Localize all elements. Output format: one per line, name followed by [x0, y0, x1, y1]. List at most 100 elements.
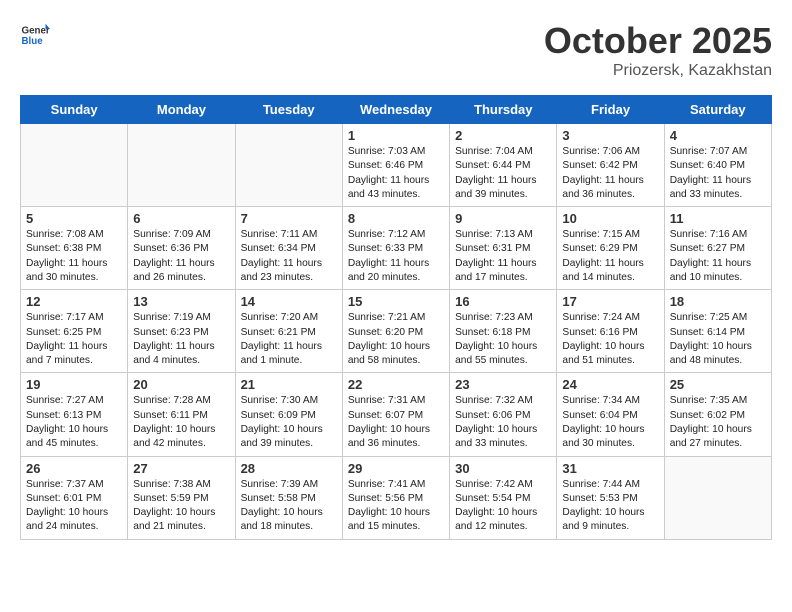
day-number: 11	[670, 211, 766, 226]
calendar-cell: 23 Sunrise: 7:32 AM Sunset: 6:06 PM Dayli…	[450, 373, 557, 456]
calendar-cell: 16 Sunrise: 7:23 AM Sunset: 6:18 PM Dayli…	[450, 290, 557, 373]
calendar-cell	[664, 456, 771, 539]
month-title: October 2025	[544, 20, 772, 62]
day-info: Sunrise: 7:13 AM Sunset: 6:31 PM Dayligh…	[455, 228, 551, 285]
calendar-cell: 30 Sunrise: 7:42 AM Sunset: 5:54 PM Dayli…	[450, 456, 557, 539]
day-number: 22	[348, 377, 444, 392]
day-number: 23	[455, 377, 551, 392]
calendar-cell: 25 Sunrise: 7:35 AM Sunset: 6:02 PM Dayli…	[664, 373, 771, 456]
calendar-cell: 10 Sunrise: 7:15 AM Sunset: 6:29 PM Dayli…	[557, 207, 664, 290]
day-number: 16	[455, 294, 551, 309]
day-number: 6	[133, 211, 229, 226]
calendar-week-row: 26Sunrise: 7:37 AM Sunset: 6:01 PM Dayli…	[21, 456, 772, 539]
calendar-cell	[235, 124, 342, 207]
calendar-cell: 1Sunrise: 7:03 AM Sunset: 6:46 PM Daylig…	[342, 124, 449, 207]
day-info: Sunrise: 7:08 AM Sunset: 6:38 PM Dayligh…	[26, 228, 122, 285]
day-number: 9	[455, 211, 551, 226]
day-info: Sunrise: 7:32 AM Sunset: 6:06 PM Dayligh…	[455, 394, 551, 451]
calendar-week-row: 19 Sunrise: 7:27 AM Sunset: 6:13 PM Dayli…	[21, 373, 772, 456]
day-info: Sunrise: 7:35 AM Sunset: 6:02 PM Dayligh…	[670, 394, 766, 451]
day-info: Sunrise: 7:07 AM Sunset: 6:40 PM Dayligh…	[670, 145, 766, 202]
calendar-table: SundayMondayTuesdayWednesdayThursdayFrid…	[20, 95, 772, 540]
calendar-cell: 14Sunrise: 7:20 AM Sunset: 6:21 PM Dayli…	[235, 290, 342, 373]
title-block: October 2025 Priozersk, Kazakhstan	[544, 20, 772, 80]
calendar-cell: 17 Sunrise: 7:24 AM Sunset: 6:16 PM Dayli…	[557, 290, 664, 373]
logo-icon: General Blue	[20, 20, 50, 50]
location-title: Priozersk, Kazakhstan	[544, 62, 772, 80]
day-info: Sunrise: 7:09 AM Sunset: 6:36 PM Dayligh…	[133, 228, 229, 285]
day-number: 10	[562, 211, 658, 226]
calendar-cell: 13 Sunrise: 7:19 AM Sunset: 6:23 PM Dayli…	[128, 290, 235, 373]
calendar-cell: 26Sunrise: 7:37 AM Sunset: 6:01 PM Dayli…	[21, 456, 128, 539]
calendar-cell: 15 Sunrise: 7:21 AM Sunset: 6:20 PM Dayli…	[342, 290, 449, 373]
day-number: 26	[26, 461, 122, 476]
day-number: 2	[455, 128, 551, 143]
day-number: 29	[348, 461, 444, 476]
day-info: Sunrise: 7:15 AM Sunset: 6:29 PM Dayligh…	[562, 228, 658, 285]
day-number: 15	[348, 294, 444, 309]
day-number: 28	[241, 461, 337, 476]
day-info: Sunrise: 7:21 AM Sunset: 6:20 PM Dayligh…	[348, 311, 444, 368]
day-number: 12	[26, 294, 122, 309]
weekday-header-thursday: Thursday	[450, 96, 557, 124]
day-info: Sunrise: 7:03 AM Sunset: 6:46 PM Dayligh…	[348, 145, 444, 202]
day-number: 13	[133, 294, 229, 309]
day-number: 8	[348, 211, 444, 226]
day-info: Sunrise: 7:38 AM Sunset: 5:59 PM Dayligh…	[133, 478, 229, 535]
calendar-cell: 8 Sunrise: 7:12 AM Sunset: 6:33 PM Daylig…	[342, 207, 449, 290]
page-header: General Blue October 2025 Priozersk, Kaz…	[20, 20, 772, 80]
day-number: 4	[670, 128, 766, 143]
day-info: Sunrise: 7:25 AM Sunset: 6:14 PM Dayligh…	[670, 311, 766, 368]
calendar-cell: 18Sunrise: 7:25 AM Sunset: 6:14 PM Dayli…	[664, 290, 771, 373]
day-info: Sunrise: 7:30 AM Sunset: 6:09 PM Dayligh…	[241, 394, 337, 451]
day-info: Sunrise: 7:28 AM Sunset: 6:11 PM Dayligh…	[133, 394, 229, 451]
day-number: 5	[26, 211, 122, 226]
calendar-cell: 7Sunrise: 7:11 AM Sunset: 6:34 PM Daylig…	[235, 207, 342, 290]
calendar-cell: 12 Sunrise: 7:17 AM Sunset: 6:25 PM Dayli…	[21, 290, 128, 373]
day-info: Sunrise: 7:27 AM Sunset: 6:13 PM Dayligh…	[26, 394, 122, 451]
day-info: Sunrise: 7:42 AM Sunset: 5:54 PM Dayligh…	[455, 478, 551, 535]
day-info: Sunrise: 7:16 AM Sunset: 6:27 PM Dayligh…	[670, 228, 766, 285]
calendar-cell: 2Sunrise: 7:04 AM Sunset: 6:44 PM Daylig…	[450, 124, 557, 207]
calendar-cell: 6 Sunrise: 7:09 AM Sunset: 6:36 PM Daylig…	[128, 207, 235, 290]
day-number: 17	[562, 294, 658, 309]
calendar-week-row: 12 Sunrise: 7:17 AM Sunset: 6:25 PM Dayli…	[21, 290, 772, 373]
day-info: Sunrise: 7:41 AM Sunset: 5:56 PM Dayligh…	[348, 478, 444, 535]
logo: General Blue	[20, 20, 50, 50]
day-number: 27	[133, 461, 229, 476]
calendar-cell: 20 Sunrise: 7:28 AM Sunset: 6:11 PM Dayli…	[128, 373, 235, 456]
weekday-header-wednesday: Wednesday	[342, 96, 449, 124]
calendar-cell: 22Sunrise: 7:31 AM Sunset: 6:07 PM Dayli…	[342, 373, 449, 456]
calendar-cell: 19 Sunrise: 7:27 AM Sunset: 6:13 PM Dayli…	[21, 373, 128, 456]
day-info: Sunrise: 7:24 AM Sunset: 6:16 PM Dayligh…	[562, 311, 658, 368]
day-info: Sunrise: 7:20 AM Sunset: 6:21 PM Dayligh…	[241, 311, 337, 368]
day-info: Sunrise: 7:23 AM Sunset: 6:18 PM Dayligh…	[455, 311, 551, 368]
svg-text:Blue: Blue	[22, 36, 44, 47]
day-number: 25	[670, 377, 766, 392]
day-number: 31	[562, 461, 658, 476]
calendar-week-row: 5 Sunrise: 7:08 AM Sunset: 6:38 PM Daylig…	[21, 207, 772, 290]
day-info: Sunrise: 7:44 AM Sunset: 5:53 PM Dayligh…	[562, 478, 658, 535]
calendar-cell: 21 Sunrise: 7:30 AM Sunset: 6:09 PM Dayli…	[235, 373, 342, 456]
calendar-cell: 3Sunrise: 7:06 AM Sunset: 6:42 PM Daylig…	[557, 124, 664, 207]
day-number: 20	[133, 377, 229, 392]
day-info: Sunrise: 7:19 AM Sunset: 6:23 PM Dayligh…	[133, 311, 229, 368]
day-number: 24	[562, 377, 658, 392]
calendar-cell: 28 Sunrise: 7:39 AM Sunset: 5:58 PM Dayli…	[235, 456, 342, 539]
day-info: Sunrise: 7:12 AM Sunset: 6:33 PM Dayligh…	[348, 228, 444, 285]
day-info: Sunrise: 7:17 AM Sunset: 6:25 PM Dayligh…	[26, 311, 122, 368]
weekday-header-sunday: Sunday	[21, 96, 128, 124]
calendar-cell: 27 Sunrise: 7:38 AM Sunset: 5:59 PM Dayli…	[128, 456, 235, 539]
weekday-header-row: SundayMondayTuesdayWednesdayThursdayFrid…	[21, 96, 772, 124]
calendar-cell: 9 Sunrise: 7:13 AM Sunset: 6:31 PM Daylig…	[450, 207, 557, 290]
day-number: 21	[241, 377, 337, 392]
day-info: Sunrise: 7:11 AM Sunset: 6:34 PM Dayligh…	[241, 228, 337, 285]
weekday-header-monday: Monday	[128, 96, 235, 124]
day-number: 30	[455, 461, 551, 476]
calendar-cell	[128, 124, 235, 207]
calendar-cell: 29 Sunrise: 7:41 AM Sunset: 5:56 PM Dayli…	[342, 456, 449, 539]
weekday-header-tuesday: Tuesday	[235, 96, 342, 124]
day-number: 19	[26, 377, 122, 392]
day-number: 3	[562, 128, 658, 143]
day-info: Sunrise: 7:39 AM Sunset: 5:58 PM Dayligh…	[241, 478, 337, 535]
